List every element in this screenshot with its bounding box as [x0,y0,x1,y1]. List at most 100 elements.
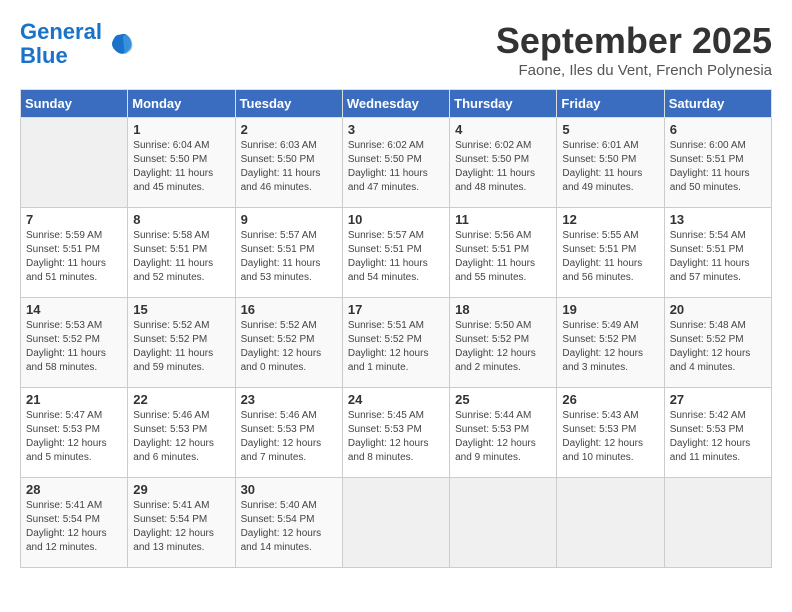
calendar-day-cell: 9 Sunrise: 5:57 AMSunset: 5:51 PMDaylight… [235,208,342,298]
weekday-header: Thursday [450,90,557,118]
day-number: 11 [455,212,551,227]
day-number: 23 [241,392,337,407]
day-number: 17 [348,302,444,317]
calendar-day-cell: 26 Sunrise: 5:43 AMSunset: 5:53 PMDayligh… [557,388,664,478]
day-info: Sunrise: 5:57 AMSunset: 5:51 PMDaylight:… [241,229,337,285]
month-title: September 2025 [496,20,772,62]
day-info: Sunrise: 5:41 AMSunset: 5:54 PMDaylight:… [133,499,229,555]
day-number: 5 [562,122,658,137]
day-number: 28 [26,482,122,497]
day-number: 24 [348,392,444,407]
calendar-day-cell: 18 Sunrise: 5:50 AMSunset: 5:52 PMDayligh… [450,298,557,388]
day-info: Sunrise: 5:45 AMSunset: 5:53 PMDaylight:… [348,409,444,465]
day-info: Sunrise: 5:47 AMSunset: 5:53 PMDaylight:… [26,409,122,465]
weekday-header: Friday [557,90,664,118]
day-number: 8 [133,212,229,227]
day-number: 18 [455,302,551,317]
calendar-day-cell [342,478,449,568]
weekday-header: Sunday [21,90,128,118]
calendar-day-cell: 7Sunrise: 5:59 AMSunset: 5:51 PMDaylight… [21,208,128,298]
weekday-header: Tuesday [235,90,342,118]
day-info: Sunrise: 5:55 AMSunset: 5:51 PMDaylight:… [562,229,658,285]
calendar-table: SundayMondayTuesdayWednesdayThursdayFrid… [20,89,772,568]
calendar-day-cell: 2 Sunrise: 6:03 AMSunset: 5:50 PMDaylight… [235,118,342,208]
day-number: 4 [455,122,551,137]
day-number: 10 [348,212,444,227]
day-info: Sunrise: 5:50 AMSunset: 5:52 PMDaylight:… [455,319,551,375]
calendar-day-cell: 12 Sunrise: 5:55 AMSunset: 5:51 PMDayligh… [557,208,664,298]
weekday-header: Monday [128,90,235,118]
calendar-day-cell: 10Sunrise: 5:57 AMSunset: 5:51 PMDayligh… [342,208,449,298]
day-number: 14 [26,302,122,317]
day-info: Sunrise: 5:46 AMSunset: 5:53 PMDaylight:… [241,409,337,465]
page-header: General Blue September 2025 Faone, Iles … [20,20,772,79]
day-info: Sunrise: 5:59 AMSunset: 5:51 PMDaylight:… [26,229,122,285]
day-info: Sunrise: 5:58 AMSunset: 5:51 PMDaylight:… [133,229,229,285]
day-info: Sunrise: 5:42 AMSunset: 5:53 PMDaylight:… [670,409,766,465]
day-number: 13 [670,212,766,227]
calendar-day-cell: 28 Sunrise: 5:41 AMSunset: 5:54 PMDayligh… [21,478,128,568]
day-number: 30 [241,482,337,497]
calendar-week-row: 28 Sunrise: 5:41 AMSunset: 5:54 PMDayligh… [21,478,772,568]
calendar-day-cell: 16Sunrise: 5:52 AMSunset: 5:52 PMDayligh… [235,298,342,388]
calendar-day-cell: 24 Sunrise: 5:45 AMSunset: 5:53 PMDayligh… [342,388,449,478]
day-number: 6 [670,122,766,137]
weekday-header: Wednesday [342,90,449,118]
day-info: Sunrise: 6:02 AMSunset: 5:50 PMDaylight:… [455,139,551,195]
calendar-day-cell: 29Sunrise: 5:41 AMSunset: 5:54 PMDayligh… [128,478,235,568]
day-info: Sunrise: 5:56 AMSunset: 5:51 PMDaylight:… [455,229,551,285]
day-info: Sunrise: 6:04 AMSunset: 5:50 PMDaylight:… [133,139,229,195]
calendar-day-cell: 21 Sunrise: 5:47 AMSunset: 5:53 PMDayligh… [21,388,128,478]
calendar-day-cell: 3 Sunrise: 6:02 AMSunset: 5:50 PMDaylight… [342,118,449,208]
day-number: 9 [241,212,337,227]
title-block: September 2025 Faone, Iles du Vent, Fren… [496,20,772,79]
day-info: Sunrise: 5:41 AMSunset: 5:54 PMDaylight:… [26,499,122,555]
day-info: Sunrise: 5:54 AMSunset: 5:51 PMDaylight:… [670,229,766,285]
day-number: 2 [241,122,337,137]
day-number: 19 [562,302,658,317]
day-number: 22 [133,392,229,407]
calendar-day-cell [664,478,771,568]
day-number: 26 [562,392,658,407]
calendar-week-row: 7Sunrise: 5:59 AMSunset: 5:51 PMDaylight… [21,208,772,298]
day-number: 12 [562,212,658,227]
day-info: Sunrise: 5:48 AMSunset: 5:52 PMDaylight:… [670,319,766,375]
day-info: Sunrise: 6:03 AMSunset: 5:50 PMDaylight:… [241,139,337,195]
calendar-day-cell: 17Sunrise: 5:51 AMSunset: 5:52 PMDayligh… [342,298,449,388]
day-number: 15 [133,302,229,317]
calendar-day-cell: 20Sunrise: 5:48 AMSunset: 5:52 PMDayligh… [664,298,771,388]
calendar-day-cell: 27Sunrise: 5:42 AMSunset: 5:53 PMDayligh… [664,388,771,478]
day-info: Sunrise: 5:40 AMSunset: 5:54 PMDaylight:… [241,499,337,555]
calendar-day-cell: 6 Sunrise: 6:00 AMSunset: 5:51 PMDaylight… [664,118,771,208]
calendar-week-row: 1 Sunrise: 6:04 AMSunset: 5:50 PMDaylight… [21,118,772,208]
day-number: 3 [348,122,444,137]
calendar-day-cell: 14 Sunrise: 5:53 AMSunset: 5:52 PMDayligh… [21,298,128,388]
logo-icon [106,30,134,58]
calendar-week-row: 21 Sunrise: 5:47 AMSunset: 5:53 PMDayligh… [21,388,772,478]
weekday-header: Saturday [664,90,771,118]
calendar-day-cell [450,478,557,568]
logo: General Blue [20,20,134,68]
day-info: Sunrise: 5:46 AMSunset: 5:53 PMDaylight:… [133,409,229,465]
calendar-day-cell: 30 Sunrise: 5:40 AMSunset: 5:54 PMDayligh… [235,478,342,568]
calendar-day-cell: 15 Sunrise: 5:52 AMSunset: 5:52 PMDayligh… [128,298,235,388]
logo-text: General Blue [20,20,102,68]
day-info: Sunrise: 5:53 AMSunset: 5:52 PMDaylight:… [26,319,122,375]
calendar-day-cell: 1 Sunrise: 6:04 AMSunset: 5:50 PMDaylight… [128,118,235,208]
calendar-day-cell: 5 Sunrise: 6:01 AMSunset: 5:50 PMDaylight… [557,118,664,208]
day-info: Sunrise: 6:02 AMSunset: 5:50 PMDaylight:… [348,139,444,195]
calendar-day-cell: 19Sunrise: 5:49 AMSunset: 5:52 PMDayligh… [557,298,664,388]
calendar-day-cell: 11 Sunrise: 5:56 AMSunset: 5:51 PMDayligh… [450,208,557,298]
day-info: Sunrise: 5:52 AMSunset: 5:52 PMDaylight:… [133,319,229,375]
day-info: Sunrise: 6:00 AMSunset: 5:51 PMDaylight:… [670,139,766,195]
calendar-day-cell: 23 Sunrise: 5:46 AMSunset: 5:53 PMDayligh… [235,388,342,478]
day-number: 21 [26,392,122,407]
calendar-day-cell: 8 Sunrise: 5:58 AMSunset: 5:51 PMDaylight… [128,208,235,298]
day-number: 16 [241,302,337,317]
calendar-day-cell [557,478,664,568]
day-number: 1 [133,122,229,137]
day-info: Sunrise: 5:43 AMSunset: 5:53 PMDaylight:… [562,409,658,465]
day-info: Sunrise: 6:01 AMSunset: 5:50 PMDaylight:… [562,139,658,195]
calendar-day-cell: 25Sunrise: 5:44 AMSunset: 5:53 PMDayligh… [450,388,557,478]
calendar-day-cell: 4 Sunrise: 6:02 AMSunset: 5:50 PMDaylight… [450,118,557,208]
